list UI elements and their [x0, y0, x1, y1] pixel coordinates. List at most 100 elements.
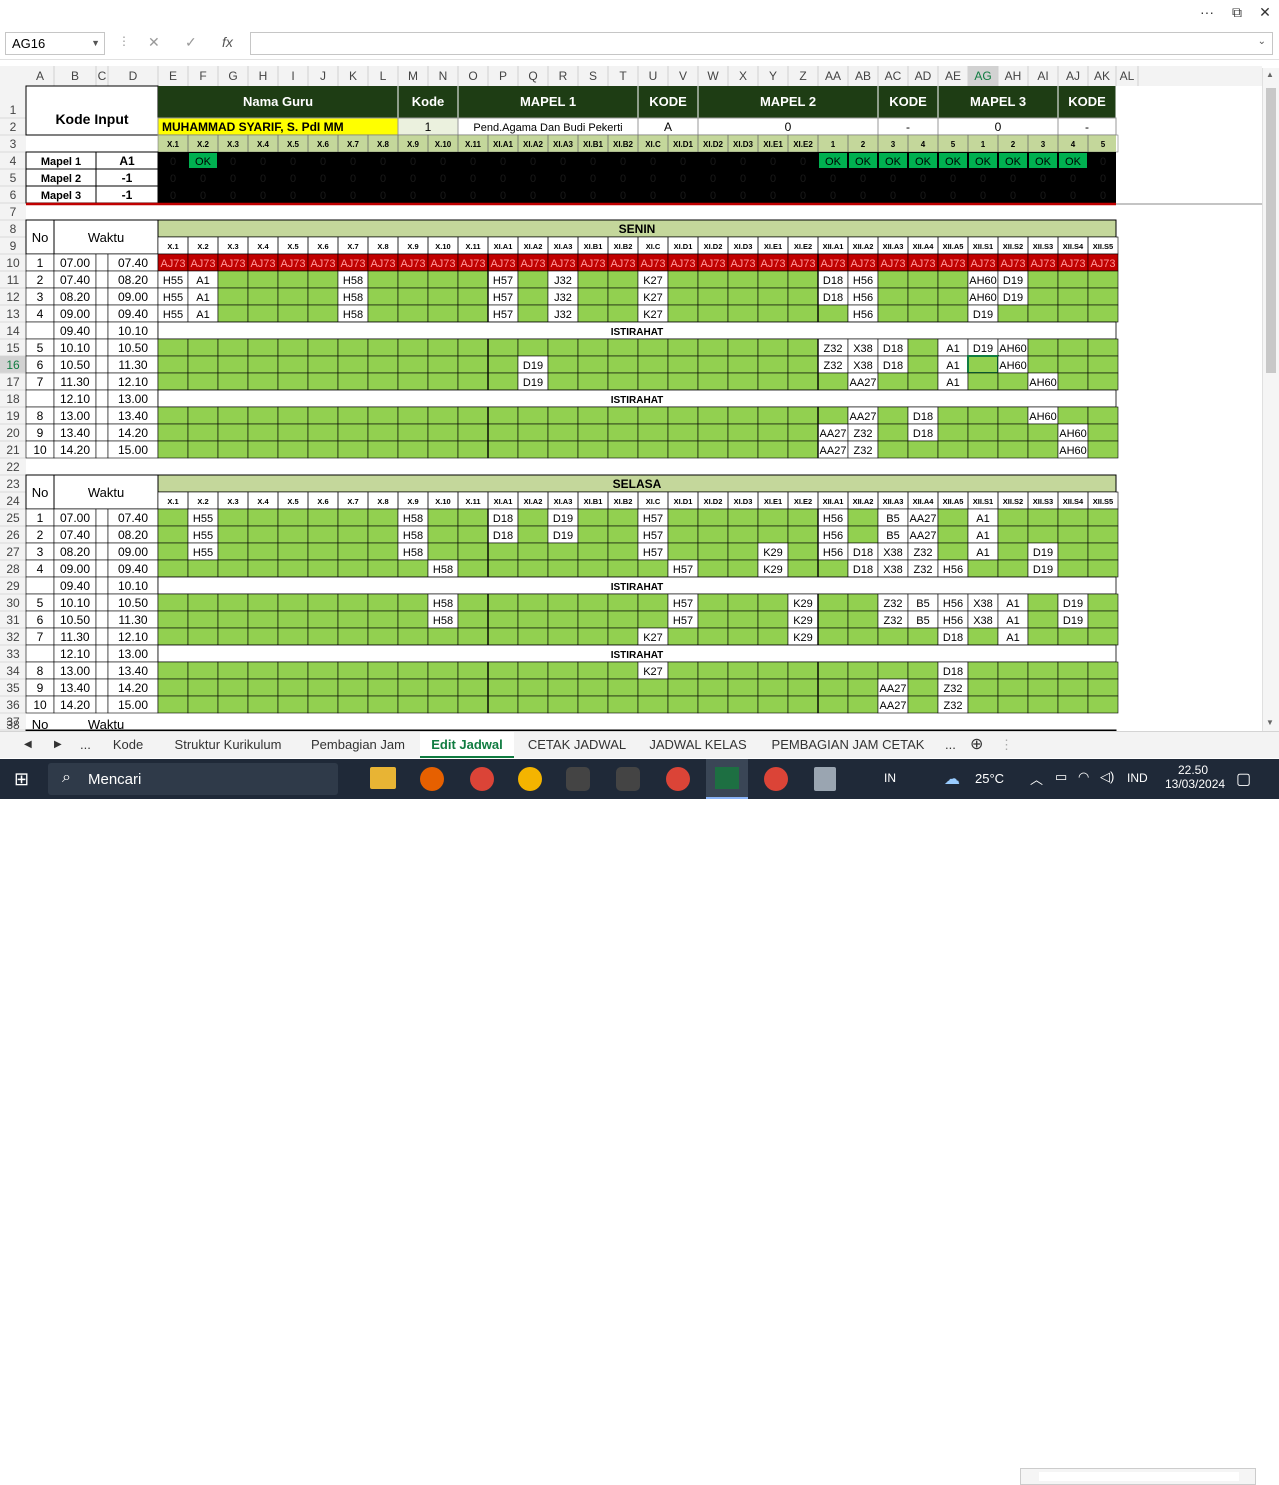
- schedule-cell[interactable]: [787, 304, 819, 323]
- schedule-cell[interactable]: [157, 338, 189, 357]
- schedule-cell[interactable]: [667, 304, 699, 323]
- row-header[interactable]: 6: [10, 188, 17, 202]
- schedule-cell[interactable]: [1087, 542, 1119, 561]
- schedule-cell[interactable]: [1027, 355, 1059, 374]
- schedule-cell[interactable]: [187, 372, 219, 391]
- column-header[interactable]: P: [499, 69, 507, 83]
- schedule-cell[interactable]: [517, 695, 549, 714]
- schedule-cell[interactable]: [817, 593, 849, 612]
- column-header[interactable]: O: [468, 69, 477, 83]
- schedule-cell[interactable]: [517, 508, 549, 527]
- schedule-cell[interactable]: [217, 355, 249, 374]
- schedule-cell[interactable]: [247, 304, 279, 323]
- schedule-cell[interactable]: [397, 610, 429, 629]
- schedule-cell[interactable]: [1057, 287, 1089, 306]
- schedule-cell[interactable]: [937, 270, 969, 289]
- wifi-icon[interactable]: ◠: [1078, 769, 1089, 785]
- schedule-cell[interactable]: [1057, 661, 1089, 680]
- column-header[interactable]: M: [408, 69, 418, 83]
- row-header[interactable]: 25: [6, 511, 20, 525]
- schedule-cell[interactable]: [637, 678, 669, 697]
- schedule-cell[interactable]: [397, 406, 429, 425]
- schedule-cell[interactable]: [967, 372, 999, 391]
- schedule-cell[interactable]: [547, 423, 579, 442]
- schedule-cell[interactable]: [667, 406, 699, 425]
- schedule-cell[interactable]: [1057, 270, 1089, 289]
- schedule-cell[interactable]: [307, 440, 339, 459]
- schedule-cell[interactable]: [787, 440, 819, 459]
- schedule-cell[interactable]: [847, 610, 879, 629]
- column-header[interactable]: AK: [1094, 69, 1110, 83]
- schedule-cell[interactable]: [337, 423, 369, 442]
- schedule-cell[interactable]: [727, 508, 759, 527]
- schedule-cell[interactable]: [967, 440, 999, 459]
- schedule-cell[interactable]: [1087, 304, 1119, 323]
- row-header[interactable]: 23: [6, 477, 20, 491]
- schedule-cell[interactable]: [487, 423, 519, 442]
- schedule-cell[interactable]: [247, 287, 279, 306]
- schedule-cell[interactable]: [397, 372, 429, 391]
- schedule-cell[interactable]: [457, 525, 489, 544]
- schedule-cell[interactable]: [1057, 338, 1089, 357]
- schedule-cell[interactable]: [157, 525, 189, 544]
- schedule-cell[interactable]: [1087, 406, 1119, 425]
- schedule-cell[interactable]: [277, 661, 309, 680]
- schedule-cell[interactable]: [907, 695, 939, 714]
- schedule-cell[interactable]: [547, 406, 579, 425]
- temperature[interactable]: 25°C: [975, 771, 1004, 786]
- tab-next-icon[interactable]: ▶: [54, 732, 62, 758]
- schedule-cell[interactable]: [1087, 440, 1119, 459]
- schedule-cell[interactable]: [427, 695, 459, 714]
- schedule-cell[interactable]: [157, 423, 189, 442]
- schedule-cell[interactable]: [817, 661, 849, 680]
- schedule-cell[interactable]: [637, 440, 669, 459]
- schedule-cell[interactable]: [997, 423, 1029, 442]
- schedule-cell[interactable]: [997, 661, 1029, 680]
- schedule-cell[interactable]: [967, 559, 999, 578]
- schedule-cell[interactable]: [157, 542, 189, 561]
- schedule-cell[interactable]: [187, 559, 219, 578]
- row-header[interactable]: 2: [10, 120, 17, 134]
- schedule-cell[interactable]: [307, 508, 339, 527]
- schedule-cell[interactable]: [1057, 695, 1089, 714]
- schedule-cell[interactable]: [697, 559, 729, 578]
- schedule-cell[interactable]: [247, 593, 279, 612]
- tab-prev-icon[interactable]: ◀: [24, 732, 32, 758]
- schedule-cell[interactable]: [187, 440, 219, 459]
- file-explorer-icon[interactable]: [370, 767, 396, 789]
- schedule-cell[interactable]: [247, 627, 279, 646]
- schedule-cell[interactable]: [787, 270, 819, 289]
- schedule-cell[interactable]: [367, 678, 399, 697]
- schedule-cell[interactable]: [997, 542, 1029, 561]
- schedule-cell[interactable]: [517, 423, 549, 442]
- schedule-cell[interactable]: [307, 678, 339, 697]
- schedule-cell[interactable]: [607, 610, 639, 629]
- schedule-cell[interactable]: [817, 627, 849, 646]
- schedule-cell[interactable]: [577, 270, 609, 289]
- schedule-cell[interactable]: [277, 678, 309, 697]
- schedule-cell[interactable]: [427, 372, 459, 391]
- row-header[interactable]: 35: [6, 681, 20, 695]
- row-header[interactable]: 4: [10, 154, 17, 168]
- schedule-cell[interactable]: [607, 525, 639, 544]
- row-header[interactable]: 17: [6, 375, 20, 389]
- schedule-cell[interactable]: [157, 627, 189, 646]
- column-header[interactable]: AA: [825, 69, 841, 83]
- chrome-icon[interactable]: [518, 767, 542, 791]
- schedule-cell[interactable]: [637, 355, 669, 374]
- schedule-cell[interactable]: [487, 440, 519, 459]
- schedule-cell[interactable]: [277, 355, 309, 374]
- schedule-cell[interactable]: [427, 525, 459, 544]
- schedule-cell[interactable]: [847, 661, 879, 680]
- schedule-cell[interactable]: [757, 270, 789, 289]
- schedule-cell[interactable]: [547, 559, 579, 578]
- schedule-cell[interactable]: [1057, 372, 1089, 391]
- schedule-cell[interactable]: [667, 355, 699, 374]
- schedule-cell[interactable]: [427, 287, 459, 306]
- schedule-cell[interactable]: [607, 338, 639, 357]
- schedule-cell[interactable]: [637, 406, 669, 425]
- schedule-cell[interactable]: [517, 406, 549, 425]
- column-header[interactable]: X: [739, 69, 747, 83]
- schedule-cell[interactable]: [697, 593, 729, 612]
- schedule-cell[interactable]: [517, 661, 549, 680]
